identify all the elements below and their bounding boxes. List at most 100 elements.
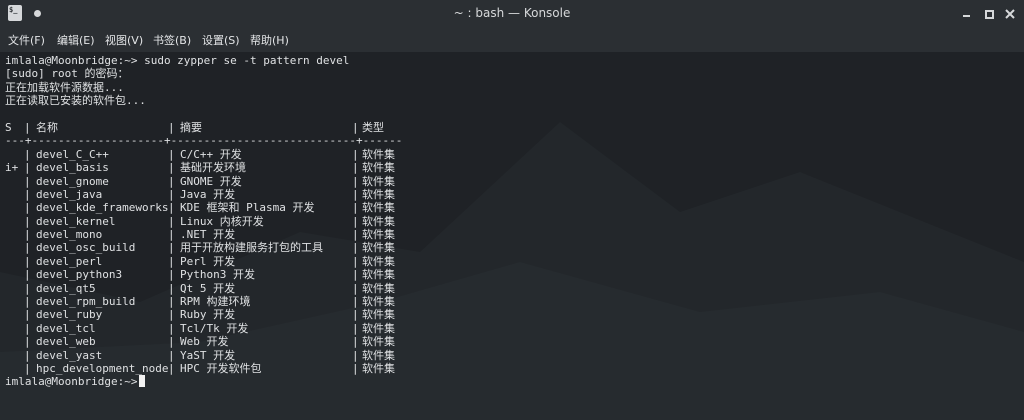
table-header: S | 名称 | 摘要 | 类型 (5, 121, 1015, 134)
row-type: 软件集 (362, 161, 395, 175)
table-row: | devel_yast | YaST 开发 | 软件集 (5, 349, 1015, 362)
minimize-icon[interactable] (958, 5, 976, 23)
column-separator: | (168, 201, 175, 215)
text-cursor (139, 375, 146, 388)
column-separator: | (352, 295, 359, 309)
table-row: | devel_kde_frameworks | KDE 框架和 Plasma 开发 |… (5, 201, 1015, 214)
output-line: 正在读取已安装的软件包... (5, 94, 146, 108)
column-separator: | (168, 161, 175, 175)
row-summary: GNOME 开发 (180, 174, 242, 188)
row-name: devel_yast (36, 348, 103, 362)
menu-view[interactable]: 视图(V) (105, 28, 143, 52)
column-separator: | (168, 214, 175, 228)
row-type: 软件集 (362, 268, 395, 282)
column-separator: | (24, 120, 31, 134)
terminal-app-icon[interactable] (8, 5, 22, 21)
row-name: devel_osc_build (36, 241, 136, 255)
column-separator: | (352, 348, 359, 362)
table-row: | devel_osc_build | 用于开放构建服务打包的工具 | 软件集 (5, 241, 1015, 254)
column-separator: | (352, 241, 359, 255)
table-row: | devel_web | Web 开发 | 软件集 (5, 335, 1015, 348)
column-separator: | (168, 295, 175, 309)
prompt-line: imlala@Moonbridge:~> (5, 375, 1015, 388)
table-row: | devel_mono | .NET 开发 | 软件集 (5, 228, 1015, 241)
row-summary: Tcl/Tk 开发 (180, 321, 249, 335)
row-summary: C/C++ 开发 (180, 147, 242, 161)
column-separator: | (24, 214, 31, 228)
row-summary: Ruby 开发 (180, 308, 236, 322)
row-summary: Python3 开发 (180, 268, 255, 282)
konsole-window: ~ : bash — Konsole 文件(F) 编辑(E) 视图(V) 书签(… (0, 0, 1024, 420)
maximize-icon[interactable] (980, 5, 998, 23)
column-separator: | (24, 241, 31, 255)
row-type: 软件集 (362, 335, 395, 349)
column-separator: | (168, 187, 175, 201)
row-summary: HPC 开发软件包 (180, 361, 262, 375)
column-separator: | (168, 254, 175, 268)
output-line: 正在加载软件源数据... (5, 80, 124, 94)
column-separator: | (24, 254, 31, 268)
column-separator: | (352, 201, 359, 215)
column-separator: | (24, 147, 31, 161)
row-summary: KDE 框架和 Plasma 开发 (180, 201, 315, 215)
row-summary: 用于开放构建服务打包的工具 (180, 241, 323, 255)
terminal-view[interactable]: imlala@Moonbridge:~> sudo zypper se -t p… (0, 52, 1024, 420)
table-row: | devel_ruby | Ruby 开发 | 软件集 (5, 308, 1015, 321)
column-separator: | (24, 228, 31, 242)
column-separator: | (168, 321, 175, 335)
row-type: 软件集 (362, 308, 395, 322)
table-divider: ---+--------------------+---------------… (5, 134, 403, 148)
table-row: | devel_java | Java 开发 | 软件集 (5, 188, 1015, 201)
output-line: [sudo] root 的密码： (5, 67, 129, 81)
menu-file[interactable]: 文件(F) (8, 28, 45, 52)
row-type: 软件集 (362, 214, 395, 228)
column-separator: | (352, 120, 359, 134)
column-separator: | (352, 268, 359, 282)
header-name: 名称 (36, 120, 58, 134)
column-separator: | (352, 361, 359, 375)
menu-settings[interactable]: 设置(S) (202, 28, 240, 52)
column-separator: | (352, 281, 359, 295)
table-body: | devel_C_C++ | C/C++ 开发 | 软件集 i+ | devel_basis |… (5, 148, 1015, 376)
column-separator: | (352, 308, 359, 322)
row-name: devel_python3 (36, 268, 123, 282)
row-type: 软件集 (362, 174, 395, 188)
column-separator: | (352, 335, 359, 349)
row-summary: Java 开发 (180, 187, 236, 201)
column-separator: | (352, 228, 359, 242)
column-separator: | (352, 214, 359, 228)
table-row: | devel_qt5 | Qt 5 开发 | 软件集 (5, 282, 1015, 295)
row-name: devel_rpm_build (36, 295, 136, 309)
column-separator: | (168, 361, 175, 375)
column-separator: | (168, 335, 175, 349)
menu-bookmarks[interactable]: 书签(B) (153, 28, 191, 52)
column-separator: | (24, 201, 31, 215)
column-separator: | (24, 321, 31, 335)
column-separator: | (168, 348, 175, 362)
row-type: 软件集 (362, 348, 395, 362)
column-separator: | (24, 268, 31, 282)
row-name: devel_web (36, 335, 96, 349)
header-type: 类型 (362, 120, 384, 134)
menu-help[interactable]: 帮助(H) (250, 28, 289, 52)
column-separator: | (24, 348, 31, 362)
column-separator: | (168, 147, 175, 161)
shell-prompt: imlala@Moonbridge:~> (5, 375, 138, 389)
menu-edit[interactable]: 编辑(E) (57, 28, 95, 52)
title-bar[interactable]: ~ : bash — Konsole (0, 0, 1024, 28)
column-separator: | (24, 335, 31, 349)
row-name: devel_kde_frameworks (36, 201, 169, 215)
row-type: 软件集 (362, 147, 395, 161)
column-separator: | (168, 281, 175, 295)
row-name: devel_perl (36, 254, 103, 268)
table-row: | hpc_development_node | HPC 开发软件包 | 软件集 (5, 362, 1015, 375)
column-separator: | (168, 174, 175, 188)
row-summary: Web 开发 (180, 335, 229, 349)
command-line: imlala@Moonbridge:~> sudo zypper se -t p… (5, 54, 350, 67)
row-type: 软件集 (362, 281, 395, 295)
pin-dot-icon[interactable] (34, 10, 41, 17)
column-separator: | (352, 321, 359, 335)
close-icon[interactable] (1001, 5, 1019, 23)
row-summary: .NET 开发 (180, 228, 236, 242)
